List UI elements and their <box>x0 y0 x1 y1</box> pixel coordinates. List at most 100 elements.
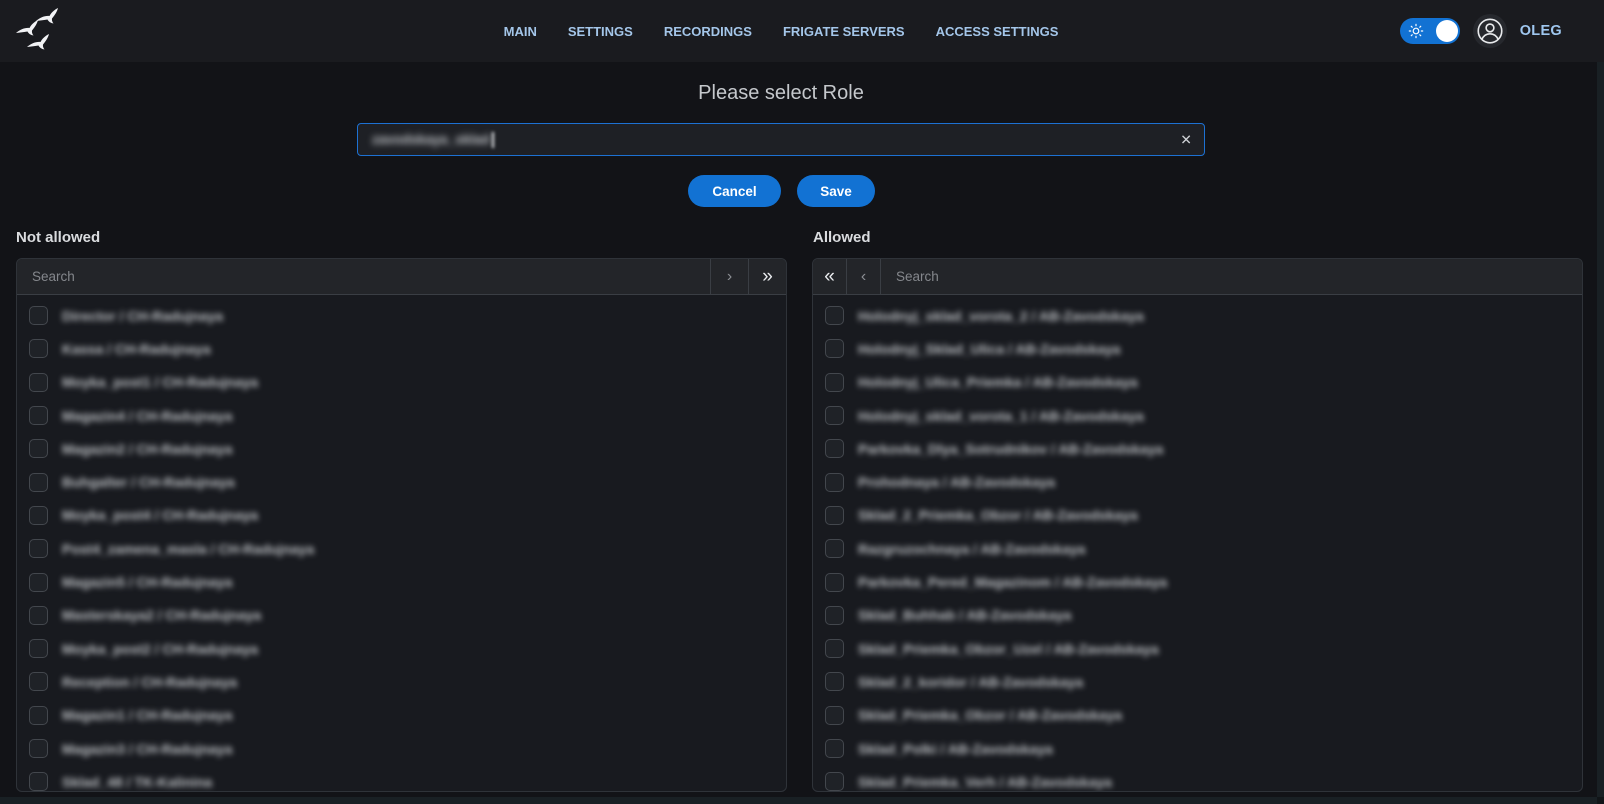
camera-checkbox[interactable] <box>29 373 48 392</box>
camera-row[interactable]: Magazin4 / CH-Radujnaya <box>17 399 786 432</box>
camera-label: Sklad_Priemka_Obzor_Uzel / AB-Zavodskaya <box>858 641 1159 657</box>
camera-checkbox[interactable] <box>825 706 844 725</box>
camera-row[interactable]: Prohodnaya / AB-Zavodskaya <box>813 465 1582 498</box>
camera-checkbox[interactable] <box>29 606 48 625</box>
camera-row[interactable]: Buhgalter / CH-Radujnaya <box>17 465 786 498</box>
camera-label: Magazin1 / CH-Radujnaya <box>62 707 232 723</box>
camera-checkbox[interactable] <box>825 306 844 325</box>
camera-checkbox[interactable] <box>825 339 844 358</box>
camera-checkbox[interactable] <box>825 772 844 791</box>
camera-row[interactable]: Kassa / CH-Radujnaya <box>17 332 786 365</box>
camera-checkbox[interactable] <box>29 639 48 658</box>
camera-label: Director / CH-Radujnaya <box>62 308 223 324</box>
camera-checkbox[interactable] <box>29 473 48 492</box>
camera-row[interactable]: Razgruzochnaya / AB-Zavodskaya <box>813 532 1582 565</box>
camera-checkbox[interactable] <box>29 739 48 758</box>
camera-checkbox[interactable] <box>29 406 48 425</box>
allowed-search-input[interactable] <box>881 259 1582 294</box>
camera-row[interactable]: Holodnyj_sklad_vorota_2 / AB-Zavodskaya <box>813 299 1582 332</box>
camera-checkbox[interactable] <box>29 573 48 592</box>
camera-checkbox[interactable] <box>29 539 48 558</box>
camera-label: Sklad_Priemka_Verh / AB-Zavodskaya <box>858 774 1112 790</box>
text-caret <box>492 132 494 148</box>
camera-label: Sklad_48 / TK-Kalinina <box>62 774 212 790</box>
move-left-all-button[interactable]: « <box>813 259 847 294</box>
camera-row[interactable]: Sklad_2_koridor / AB-Zavodskaya <box>813 665 1582 698</box>
camera-row[interactable]: Masterskaya2 / CH-Radujnaya <box>17 599 786 632</box>
clear-input-icon[interactable]: ✕ <box>1180 131 1192 148</box>
camera-checkbox[interactable] <box>825 406 844 425</box>
camera-row[interactable]: Parkovka_Dlya_Sotrudnikov / AB-Zavodskay… <box>813 432 1582 465</box>
nav-link[interactable]: FRIGATE SERVERS <box>783 24 905 39</box>
camera-row[interactable]: Holodnyj_Ulica_Priemka / AB-Zavodskaya <box>813 366 1582 399</box>
camera-checkbox[interactable] <box>825 606 844 625</box>
camera-row[interactable]: Magazin3 / CH-Radujnaya <box>17 732 786 765</box>
nav-link[interactable]: RECORDINGS <box>664 24 752 39</box>
camera-checkbox[interactable] <box>825 739 844 758</box>
camera-checkbox[interactable] <box>825 473 844 492</box>
camera-row[interactable]: Sklad_2_Priemka_Obzor / AB-Zavodskaya <box>813 499 1582 532</box>
camera-checkbox[interactable] <box>825 373 844 392</box>
theme-toggle[interactable] <box>1400 18 1460 44</box>
camera-checkbox[interactable] <box>29 706 48 725</box>
camera-label: Moyka_post1 / CH-Radujnaya <box>62 374 258 390</box>
camera-label: Sklad_2_Priemka_Obzor / AB-Zavodskaya <box>858 507 1138 523</box>
camera-row[interactable]: Holodnyj_sklad_vorota_1 / AB-Zavodskaya <box>813 399 1582 432</box>
page-vertical-scrollbar[interactable] <box>1597 62 1604 797</box>
camera-checkbox[interactable] <box>29 772 48 791</box>
camera-label: Magazin4 / CH-Radujnaya <box>62 408 232 424</box>
cancel-button[interactable]: Cancel <box>688 175 781 207</box>
camera-row[interactable]: Holodnyj_Sklad_Ulica / AB-Zavodskaya <box>813 332 1582 365</box>
camera-row[interactable]: Magazin2 / CH-Radujnaya <box>17 432 786 465</box>
camera-row[interactable]: Sklad_Priemka_Verh / AB-Zavodskaya <box>813 765 1582 791</box>
camera-checkbox[interactable] <box>29 306 48 325</box>
camera-row[interactable]: Post4_zamena_masla / CH-Radujnaya <box>17 532 786 565</box>
move-right-all-button[interactable]: » <box>748 259 786 294</box>
not-allowed-search-input[interactable] <box>17 259 710 294</box>
camera-label: Moyka_post4 / CH-Radujnaya <box>62 507 258 523</box>
camera-checkbox[interactable] <box>29 439 48 458</box>
camera-checkbox[interactable] <box>29 506 48 525</box>
camera-row[interactable]: Moyka_post4 / CH-Radujnaya <box>17 499 786 532</box>
camera-row[interactable]: Parkovka_Pered_Magazinom / AB-Zavodskaya <box>813 565 1582 598</box>
allowed-title: Allowed <box>813 229 871 246</box>
camera-checkbox[interactable] <box>29 672 48 691</box>
move-left-one-button[interactable]: ‹ <box>847 259 881 294</box>
camera-label: Holodnyj_Ulica_Priemka / AB-Zavodskaya <box>858 374 1138 390</box>
camera-row[interactable]: Director / CH-Radujnaya <box>17 299 786 332</box>
camera-row[interactable]: Magazin1 / CH-Radujnaya <box>17 699 786 732</box>
camera-checkbox[interactable] <box>825 506 844 525</box>
move-right-one-button[interactable]: › <box>710 259 748 294</box>
camera-row[interactable]: Sklad_Priemka_Obzor_Uzel / AB-Zavodskaya <box>813 632 1582 665</box>
page-title: Please select Role <box>698 82 864 105</box>
camera-checkbox[interactable] <box>825 573 844 592</box>
camera-checkbox[interactable] <box>825 672 844 691</box>
camera-checkbox[interactable] <box>29 339 48 358</box>
page-horizontal-scrollbar[interactable] <box>0 797 1597 804</box>
camera-checkbox[interactable] <box>825 439 844 458</box>
camera-row[interactable]: Moyka_post1 / CH-Radujnaya <box>17 366 786 399</box>
camera-label: Post4_zamena_masla / CH-Radujnaya <box>62 541 314 557</box>
camera-label: Sklad_Polki / AB-Zavodskaya <box>858 741 1053 757</box>
nav-link[interactable]: MAIN <box>504 24 537 39</box>
user-avatar-icon[interactable] <box>1473 14 1507 48</box>
camera-row[interactable]: Moyka_post2 / CH-Radujnaya <box>17 632 786 665</box>
camera-row[interactable]: Sklad_Polki / AB-Zavodskaya <box>813 732 1582 765</box>
nav-link[interactable]: ACCESS SETTINGS <box>936 24 1059 39</box>
role-input[interactable]: zavodskaya_sklad ✕ <box>357 123 1205 156</box>
username[interactable]: OLEG <box>1520 23 1562 39</box>
camera-label: Holodnyj_Sklad_Ulica / AB-Zavodskaya <box>858 341 1120 357</box>
camera-row[interactable]: Reception / CH-Radujnaya <box>17 665 786 698</box>
save-button[interactable]: Save <box>797 175 875 207</box>
camera-label: Parkovka_Dlya_Sotrudnikov / AB-Zavodskay… <box>858 441 1163 457</box>
camera-row[interactable]: Magazin5 / CH-Radujnaya <box>17 565 786 598</box>
camera-row[interactable]: Sklad_Priemka_Obzor / AB-Zavodskaya <box>813 699 1582 732</box>
main-nav: MAIN SETTINGS RECORDINGS FRIGATE SERVERS ACC… <box>504 0 1059 62</box>
camera-row[interactable]: Sklad_48 / TK-Kalinina <box>17 765 786 791</box>
camera-checkbox[interactable] <box>825 539 844 558</box>
camera-checkbox[interactable] <box>825 639 844 658</box>
camera-row[interactable]: Sklad_Buhhab / AB-Zavodskaya <box>813 599 1582 632</box>
app-logo[interactable] <box>16 6 68 52</box>
role-input-value: zavodskaya_sklad <box>372 132 490 147</box>
nav-link[interactable]: SETTINGS <box>568 24 633 39</box>
